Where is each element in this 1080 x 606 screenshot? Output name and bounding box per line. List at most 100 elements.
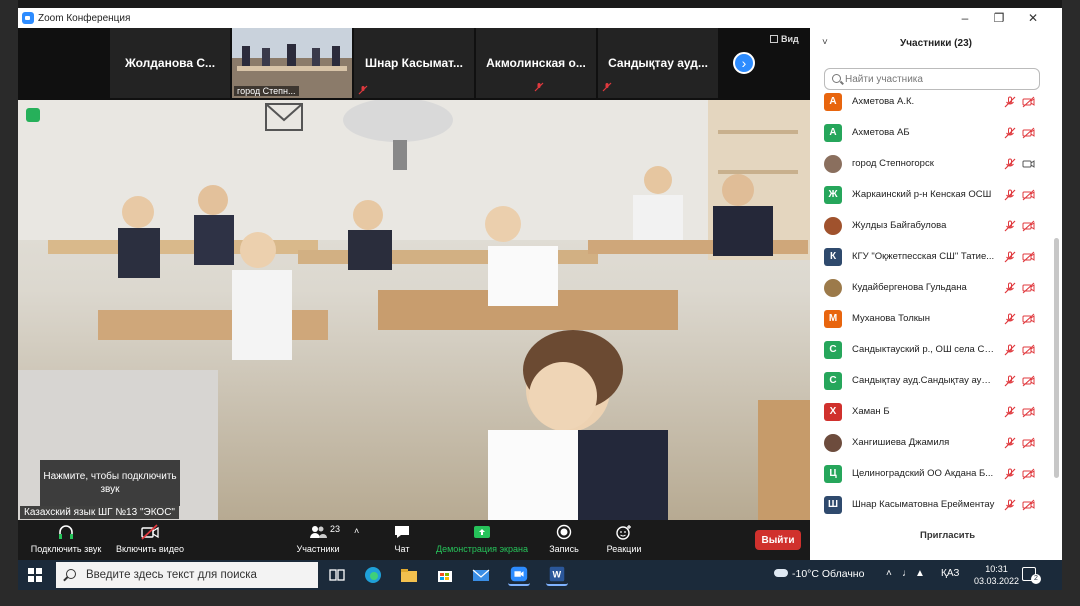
tray-volume-network-icons[interactable]: ♩▲ xyxy=(902,568,928,579)
participant-name: город Степногорск xyxy=(852,158,934,169)
participant-name: КГУ "Оқжетпесская СШ" Татие... xyxy=(852,251,995,262)
participant-row[interactable]: К КГУ "Оқжетпесская СШ" Татие... xyxy=(810,241,1050,272)
clock[interactable]: 10:31 03.03.2022 xyxy=(974,563,1019,587)
join-audio-prompt[interactable]: Нажмите, чтобы подключить звук xyxy=(40,460,180,506)
encryption-shield-icon[interactable] xyxy=(26,108,40,122)
thumbnail-tile-video[interactable]: город Степн... xyxy=(232,28,352,98)
language-indicator[interactable]: ҚАЗ xyxy=(941,568,959,579)
thumbnail-tile[interactable]: Акмолинская о... xyxy=(476,28,596,98)
close-icon[interactable]: ✕ xyxy=(1016,8,1050,28)
participant-name: Ахметова АБ xyxy=(852,127,910,138)
participant-name: Жулдыз Байгабулова xyxy=(852,220,947,231)
participant-name: Хангишиева Джамиля xyxy=(852,437,950,448)
record-button[interactable]: Запись xyxy=(542,524,586,554)
participant-row[interactable]: город Степногорск xyxy=(810,148,1050,179)
participant-row[interactable]: С Сандықтау ауд.Сандықтау ауыл... xyxy=(810,365,1050,396)
avatar xyxy=(824,278,842,297)
avatar: С xyxy=(824,340,842,359)
participants-panel: ˅ Участники (23) Найти участника А Ахмето… xyxy=(810,28,1062,560)
muted-mic-icon xyxy=(1004,406,1016,418)
task-view-icon[interactable] xyxy=(326,564,348,586)
window-title: Zoom Конференция xyxy=(38,12,131,24)
zoom-logo-icon xyxy=(22,12,34,24)
video-off-icon xyxy=(1022,96,1035,108)
invite-button[interactable]: Пригласить xyxy=(920,530,975,541)
thumbnail-strip: Жолданова С... город Степн... Шнар Касым… xyxy=(18,28,810,100)
maximize-icon[interactable]: ❐ xyxy=(982,8,1016,28)
share-screen-button[interactable]: Демонстрация экрана xyxy=(430,524,534,554)
avatar: Ш xyxy=(824,495,842,514)
mail-icon[interactable] xyxy=(470,564,492,586)
bottom-strip xyxy=(18,590,1062,606)
svg-text:W: W xyxy=(552,570,561,580)
participant-row[interactable]: Ж Жаркаинский р-н Кенская ОСШ xyxy=(810,179,1050,210)
zoom-window: Zoom Конференция – ❐ ✕ Жолданова С... го… xyxy=(18,0,1062,606)
next-page-button[interactable]: › xyxy=(733,52,755,74)
share-screen-icon xyxy=(474,526,490,538)
participant-row[interactable]: А Ахметова А.К. xyxy=(810,86,1050,117)
title-bar: Zoom Конференция – ❐ ✕ xyxy=(18,8,1062,28)
leave-button[interactable]: Выйти xyxy=(755,530,801,550)
video-on-icon xyxy=(1022,158,1035,170)
participants-chevron-up-icon[interactable]: ˄ xyxy=(354,526,359,536)
classroom-scene xyxy=(18,100,810,520)
avatar: Ж xyxy=(824,185,842,204)
muted-mic-icon xyxy=(534,82,544,92)
participant-row[interactable]: М Муханова Толкын xyxy=(810,303,1050,334)
muted-mic-icon xyxy=(358,85,368,95)
zoom-app-icon[interactable] xyxy=(508,564,530,586)
video-area: Жолданова С... город Степн... Шнар Касым… xyxy=(18,28,810,520)
muted-mic-icon xyxy=(1004,344,1016,356)
word-app-icon[interactable]: W xyxy=(546,564,568,586)
avatar xyxy=(824,154,842,173)
taskbar-search-input[interactable]: Введите здесь текст для поиска xyxy=(56,562,318,588)
edge-browser-icon[interactable] xyxy=(362,564,384,586)
avatar: Ц xyxy=(824,464,842,483)
video-off-icon xyxy=(1022,251,1035,263)
participant-row[interactable]: Жулдыз Байгабулова xyxy=(810,210,1050,241)
file-explorer-icon[interactable] xyxy=(398,564,420,586)
muted-mic-icon xyxy=(1004,282,1016,294)
weather-widget[interactable]: -10°C Облачно xyxy=(774,568,864,580)
panel-title: Участники (23) xyxy=(900,37,972,49)
video-off-icon xyxy=(1022,282,1035,294)
video-off-icon xyxy=(1022,375,1035,387)
muted-mic-icon xyxy=(1004,499,1016,511)
speaker-name-label: Казахский язык ШГ №13 "ЭКОС" xyxy=(20,506,179,519)
participant-name: Ахметова А.К. xyxy=(852,96,915,107)
view-button[interactable]: Вид xyxy=(770,34,799,44)
participants-count: 23 xyxy=(330,524,341,534)
avatar: С xyxy=(824,371,842,390)
reactions-button[interactable]: Реакции xyxy=(602,524,646,554)
chat-button[interactable]: Чат xyxy=(382,524,422,554)
tray-chevron-up-icon[interactable]: ˄ xyxy=(886,568,892,579)
tile-name: Шнар Касымат... xyxy=(365,56,463,70)
participant-row[interactable]: Х Хаман Б xyxy=(810,396,1050,427)
muted-mic-icon xyxy=(1004,127,1016,139)
participant-row[interactable]: Ш Шнар Касыматовна Ерейментау xyxy=(810,489,1050,520)
participant-row[interactable]: Кудайбергенова Гульдана xyxy=(810,272,1050,303)
thumbnail-tile[interactable]: Шнар Касымат... xyxy=(354,28,474,98)
avatar: А xyxy=(824,123,842,142)
muted-mic-icon xyxy=(602,82,612,92)
video-off-icon xyxy=(1022,220,1035,232)
participant-row[interactable]: А Ахметова АБ xyxy=(810,117,1050,148)
thumbnail-tile[interactable]: Сандықтау ауд... xyxy=(598,28,718,98)
join-audio-button[interactable]: Подключить звук xyxy=(26,524,106,554)
thumbnail-tile[interactable]: Жолданова С... xyxy=(110,28,230,98)
participant-name: Целиноградский ОО Акдана Б... xyxy=(852,468,994,479)
store-icon[interactable] xyxy=(434,564,456,586)
participant-list: А Ахметова А.К. А Ахметова АБ город Степного… xyxy=(810,86,1050,526)
panel-scrollbar[interactable] xyxy=(1054,238,1059,478)
chat-icon xyxy=(395,526,409,538)
participant-row[interactable]: С Сандыктауский р., ОШ села Са... xyxy=(810,334,1050,365)
participant-row[interactable]: Хангишиева Джамиля xyxy=(810,427,1050,458)
start-video-button[interactable]: Включить видео xyxy=(110,524,190,554)
participant-row[interactable]: Ц Целиноградский ОО Акдана Б... xyxy=(810,458,1050,489)
muted-mic-icon xyxy=(1004,220,1016,232)
video-off-icon xyxy=(1022,406,1035,418)
minimize-icon[interactable]: – xyxy=(948,8,982,28)
video-off-icon xyxy=(1022,313,1035,325)
windows-start-icon[interactable] xyxy=(28,568,42,582)
participant-name: Кудайбергенова Гульдана xyxy=(852,282,967,293)
